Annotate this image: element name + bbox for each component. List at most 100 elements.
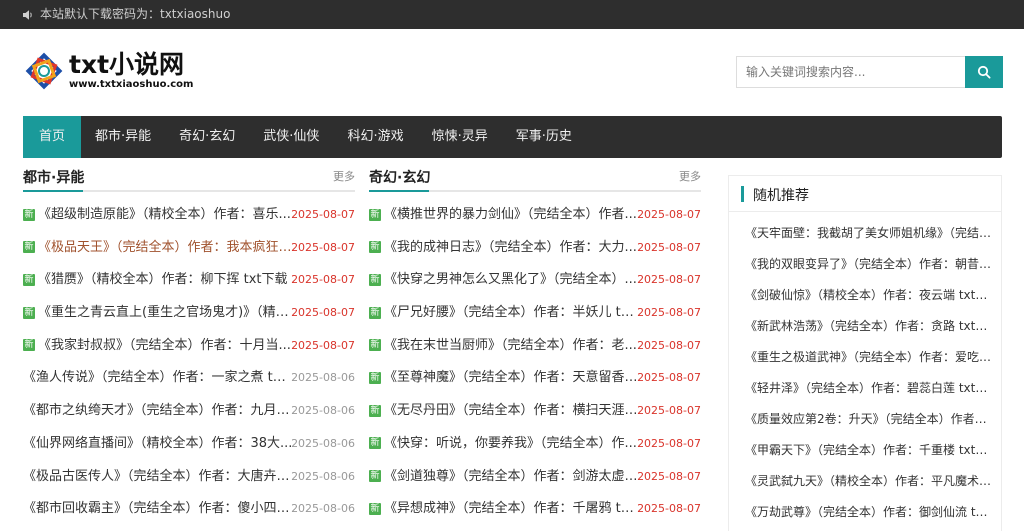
book-title-link[interactable]: 《我家封叔叔》（完结全本）作者：十月当... xyxy=(38,330,291,362)
new-badge-icon: 新 xyxy=(23,339,35,352)
book-list: 新《横推世界的暴力剑仙》（完结全本）作者... 2025-08-07 新《我的成神日… xyxy=(369,199,701,526)
book-title-link[interactable]: 《都市回收霸主》（完结全本）作者：傻小四 tx... xyxy=(23,493,293,525)
book-title-link[interactable]: 《横推世界的暴力剑仙》（完结全本）作者... xyxy=(384,199,637,231)
recommend-item[interactable]: 《我的双眼变异了》（完结全本）作者：朝昔 t... xyxy=(729,249,1001,280)
speaker-icon xyxy=(23,9,32,20)
book-list: 新《超级制造原能》（精校全本）作者：喜乐... 2025-08-07 新《极品天王》… xyxy=(23,199,355,526)
column-title-underline xyxy=(369,190,429,192)
book-date: 2025-08-07 xyxy=(291,208,355,221)
book-row[interactable]: 新《极品天王》（完结全本）作者：我本疯狂 t... 2025-08-07 xyxy=(23,232,355,265)
nav-item-home[interactable]: 首页 xyxy=(23,116,82,158)
new-badge-icon: 新 xyxy=(369,470,381,482)
book-title-link[interactable]: 《无尽丹田》（完结全本）作者：横扫天涯 t... xyxy=(384,395,640,427)
book-date: 2025-08-06 xyxy=(291,404,355,418)
search-input[interactable]: 输入关键词搜索内容... xyxy=(736,56,965,88)
new-badge-icon: 新 xyxy=(369,502,381,515)
book-title-link[interactable]: 《快穿之男神怎么又黑化了》（完结全本）... xyxy=(384,264,637,296)
search-button[interactable] xyxy=(965,56,1003,88)
book-date: 2025-08-07 xyxy=(637,240,701,254)
book-row[interactable]: 《都市回收霸主》（完结全本）作者：傻小四 tx... 2025-08-06 xyxy=(23,493,355,526)
book-title-link[interactable]: 《我的成神日志》（完结全本）作者：大力... xyxy=(384,232,637,264)
random-recommend-panel: 随机推荐 《天牢面壁：我截胡了美女师姐机缘》（完结全... 《我的双眼变异了》（完… xyxy=(728,175,1002,531)
book-title-link[interactable]: 《快穿：听说，你要养我》（完结全本）作... xyxy=(384,428,637,460)
book-date: 2025-08-07 xyxy=(637,404,701,418)
book-row[interactable]: 《渔人传说》（完结全本）作者：一家之煮 txt... 2025-08-06 xyxy=(23,362,355,395)
book-row[interactable]: 《极品古医传人》（完结全本）作者：大唐卉少... 2025-08-06 xyxy=(23,461,355,494)
book-date: 2025-08-07 xyxy=(637,306,701,320)
book-row[interactable]: 新《超级制造原能》（精校全本）作者：喜乐... 2025-08-07 xyxy=(23,199,355,232)
recommend-item[interactable]: 《剑破仙惊》（精校全本）作者：夜云端 txt下... xyxy=(729,280,1001,311)
book-title-link[interactable]: 《猎赝》（精校全本）作者：柳下挥 txt下载 xyxy=(38,264,288,296)
book-row[interactable]: 新《异想成神》（完结全本）作者：千屠鸦 txt... 2025-08-07 xyxy=(369,493,701,526)
nav-item-fantasy[interactable]: 奇幻·玄幻 xyxy=(165,116,249,158)
book-date: 2025-08-07 xyxy=(291,306,355,320)
recommend-item[interactable]: 《新武林浩荡》（完结全本）作者：贪路 txt下... xyxy=(729,311,1001,342)
book-row[interactable]: 新《我家封叔叔》（完结全本）作者：十月当... 2025-08-07 xyxy=(23,330,355,363)
book-row[interactable]: 新《剑道独尊》（完结全本）作者：剑游太虚 t... 2025-08-07 xyxy=(369,461,701,494)
book-row[interactable]: 新《快穿：听说，你要养我》（完结全本）作... 2025-08-07 xyxy=(369,428,701,461)
panel-accent-bar xyxy=(741,186,744,202)
book-row[interactable]: 新《无尽丹田》（完结全本）作者：横扫天涯 t... 2025-08-07 xyxy=(369,395,701,428)
book-date: 2025-08-07 xyxy=(291,273,355,287)
more-link[interactable]: 更多 xyxy=(333,168,355,184)
new-badge-icon: 新 xyxy=(369,273,381,286)
recommend-item[interactable]: 《灵武弑九天》（精校全本）作者：平凡魔术师... xyxy=(729,466,1001,497)
recommend-item[interactable]: 《轻井泽》（完结全本）作者：碧蕊白莲 txt下... xyxy=(729,373,1001,404)
book-row[interactable]: 《仙界网络直播间》（精校全本）作者：38大... 2025-08-06 xyxy=(23,428,355,461)
book-row[interactable]: 新《至尊神魔》（完结全本）作者：天意留香 t... 2025-08-07 xyxy=(369,362,701,395)
book-row[interactable]: 新《快穿之男神怎么又黑化了》（完结全本）... 2025-08-07 xyxy=(369,264,701,297)
book-title-link[interactable]: 《极品古医传人》（完结全本）作者：大唐卉少... xyxy=(23,461,293,493)
recommend-list: 《天牢面壁：我截胡了美女师姐机缘》（完结全... 《我的双眼变异了》（完结全本）作… xyxy=(729,212,1001,528)
panel-header: 随机推荐 xyxy=(729,176,1001,212)
new-badge-icon: 新 xyxy=(23,208,35,221)
more-link[interactable]: 更多 xyxy=(679,168,701,184)
book-title-link[interactable]: 《极品天王》（完结全本）作者：我本疯狂 t... xyxy=(38,232,294,264)
book-title-link[interactable]: 《重生之青云直上(重生之官场鬼才)》（精校... xyxy=(38,297,294,329)
new-badge-icon: 新 xyxy=(369,404,381,417)
nav-item-history[interactable]: 军事·历史 xyxy=(502,116,586,158)
recommend-item[interactable]: 《甲霸天下》（完结全本）作者：千重楼 txt下... xyxy=(729,435,1001,466)
nav-item-urban[interactable]: 都市·异能 xyxy=(81,116,165,158)
book-title-link[interactable]: 《我在末世当厨师》（完结全本）作者：老... xyxy=(384,330,637,362)
book-date: 2025-08-07 xyxy=(637,469,701,483)
column-title: 奇幻·玄幻 xyxy=(369,170,431,186)
new-badge-icon: 新 xyxy=(369,339,381,352)
site-logo[interactable]: txt小说网 www.txtxiaoshuo.com xyxy=(24,51,193,91)
book-title-link[interactable]: 《仙界网络直播间》（精校全本）作者：38大... xyxy=(23,428,292,460)
book-title-link[interactable]: 《异想成神》（完结全本）作者：千屠鸦 txt... xyxy=(384,493,640,525)
nav-item-scifi[interactable]: 科幻·游戏 xyxy=(333,116,417,158)
nav-item-wuxia[interactable]: 武侠·仙侠 xyxy=(249,116,333,158)
nav-item-horror[interactable]: 惊悚·灵异 xyxy=(418,116,502,158)
book-row[interactable]: 新《我在末世当厨师》（完结全本）作者：老... 2025-08-07 xyxy=(369,330,701,363)
new-badge-icon: 新 xyxy=(369,241,381,254)
book-date: 2025-08-07 xyxy=(637,208,701,221)
book-title-link[interactable]: 《至尊神魔》（完结全本）作者：天意留香 t... xyxy=(384,362,640,394)
recommend-item[interactable]: 《万劫武尊》（完结全本）作者：御剑仙流 txt... xyxy=(729,497,1001,528)
book-row[interactable]: 新《尸兄好腰》（完结全本）作者：半妖儿 txt... 2025-08-07 xyxy=(369,297,701,330)
recommend-item[interactable]: 《质量效应第2卷：升天》（完结全本）作者：... xyxy=(729,404,1001,435)
book-row[interactable]: 新《重生之青云直上(重生之官场鬼才)》（精校... 2025-08-07 xyxy=(23,297,355,330)
new-badge-icon: 新 xyxy=(23,306,35,319)
search-icon xyxy=(977,65,991,79)
book-row[interactable]: 新《我的成神日志》（完结全本）作者：大力... 2025-08-07 xyxy=(369,232,701,265)
book-date: 2025-08-07 xyxy=(637,338,701,352)
book-title-link[interactable]: 《超级制造原能》（精校全本）作者：喜乐... xyxy=(38,199,291,231)
book-date: 2025-08-07 xyxy=(291,240,355,254)
logo-mark-icon xyxy=(25,52,63,90)
book-title-link[interactable]: 《渔人传说》（完结全本）作者：一家之煮 txt... xyxy=(23,362,293,394)
book-row[interactable]: 新《横推世界的暴力剑仙》（完结全本）作者... 2025-08-07 xyxy=(369,199,701,232)
recommend-item[interactable]: 《天牢面壁：我截胡了美女师姐机缘》（完结全... xyxy=(729,218,1001,249)
book-title-link[interactable]: 《剑道独尊》（完结全本）作者：剑游太虚 t... xyxy=(384,461,640,493)
book-row[interactable]: 《都市之纨绔天才》（完结全本）作者：九月阳... 2025-08-06 xyxy=(23,395,355,428)
book-title-link[interactable]: 《尸兄好腰》（完结全本）作者：半妖儿 txt... xyxy=(384,297,640,329)
book-title-link[interactable]: 《都市之纨绔天才》（完结全本）作者：九月阳... xyxy=(23,395,293,427)
book-date: 2025-08-06 xyxy=(291,436,355,450)
book-date: 2025-08-07 xyxy=(637,436,701,450)
recommend-item[interactable]: 《重生之极道武神》（完结全本）作者：爱吃橘... xyxy=(729,342,1001,373)
book-row[interactable]: 新《猎赝》（精校全本）作者：柳下挥 txt下载 2025-08-07 xyxy=(23,264,355,297)
book-date: 2025-08-07 xyxy=(291,338,355,352)
panel-title: 随机推荐 xyxy=(753,188,809,204)
logo-url: www.txtxiaoshuo.com xyxy=(69,78,194,90)
download-password-notice: 本站默认下载密码为：txtxiaoshuo xyxy=(40,7,231,21)
main-nav: 首页 都市·异能 奇幻·玄幻 武侠·仙侠 科幻·游戏 惊悚·灵异 军事·历史 xyxy=(23,116,1002,158)
